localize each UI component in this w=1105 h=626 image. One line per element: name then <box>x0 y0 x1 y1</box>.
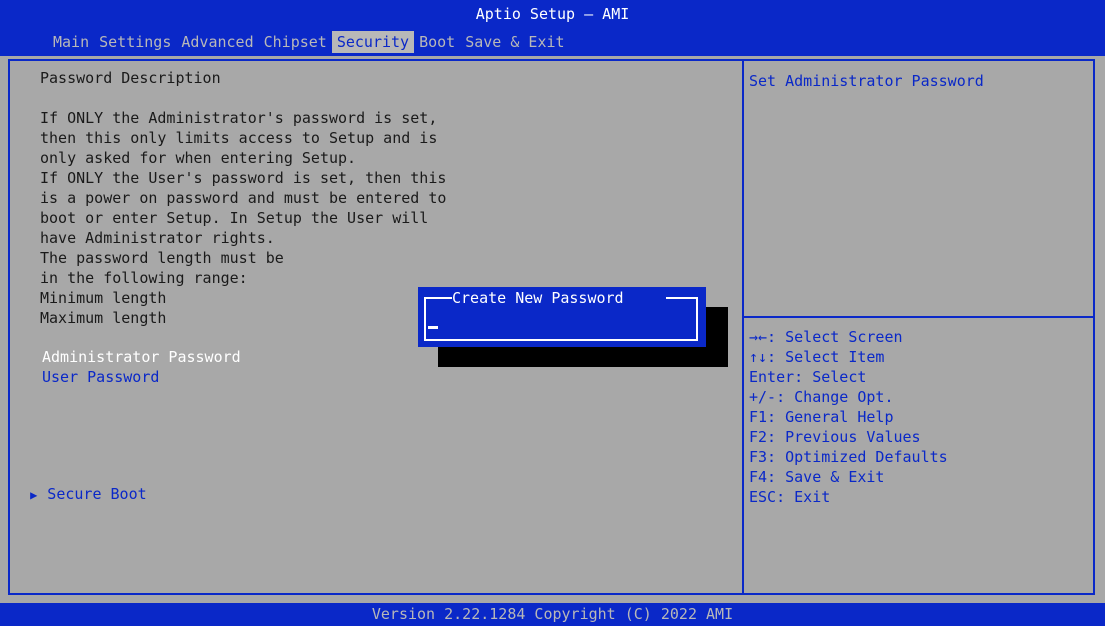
key-hint: F1: General Help <box>749 408 894 426</box>
key-hint: ↑↓: Select Item <box>749 348 885 366</box>
submenu-arrow-icon: ▶ <box>30 488 38 502</box>
help-divider <box>744 316 1093 318</box>
description-line: only asked for when entering Setup. <box>40 149 357 167</box>
tab-settings[interactable]: Settings <box>94 31 176 53</box>
secure-boot-label: Secure Boot <box>47 485 147 503</box>
tab-main[interactable]: Main <box>48 31 94 53</box>
new-password-input[interactable] <box>428 312 692 332</box>
app-title: Aptio Setup – AMI <box>475 5 630 23</box>
key-hint: Enter: Select <box>749 368 867 386</box>
vertical-divider <box>742 59 744 595</box>
dialog-title: Create New Password <box>452 289 624 307</box>
key-hint: F2: Previous Values <box>749 428 921 446</box>
key-hint: F3: Optimized Defaults <box>749 448 948 466</box>
description-line: The password length must be <box>40 249 284 267</box>
tab-save-exit[interactable]: Save & Exit <box>460 31 569 53</box>
user-password-item[interactable]: User Password <box>42 367 159 387</box>
version-footer: Version 2.22.1284 Copyright (C) 2022 AMI <box>0 603 1105 626</box>
tab-chipset[interactable]: Chipset <box>259 31 332 53</box>
key-hint: →←: Select Screen <box>749 328 903 346</box>
tab-security[interactable]: Security <box>331 31 415 53</box>
title-bar: Aptio Setup – AMI Main Settings Advanced… <box>0 0 1105 56</box>
key-hint: ESC: Exit <box>749 488 831 506</box>
key-legend: →←: Select Screen ↑↓: Select Item Enter:… <box>749 327 948 507</box>
description-line: then this only limits access to Setup an… <box>40 129 438 147</box>
tab-advanced[interactable]: Advanced <box>176 31 258 53</box>
description-line: If ONLY the User's password is set, then… <box>40 169 447 187</box>
key-hint: +/-: Change Opt. <box>749 388 894 406</box>
secure-boot-item[interactable]: ▶ Secure Boot <box>12 464 147 505</box>
description-line: have Administrator rights. <box>40 229 275 247</box>
description-line: is a power on password and must be enter… <box>40 189 447 207</box>
dialog-border-top-left <box>424 297 452 299</box>
description-line: boot or enter Setup. In Setup the User w… <box>40 209 429 227</box>
text-cursor <box>428 326 438 329</box>
dialog-border-top-right <box>666 297 696 299</box>
tab-boot[interactable]: Boot <box>414 31 460 53</box>
tab-bar: Main Settings Advanced Chipset Security … <box>48 31 570 53</box>
administrator-password-item[interactable]: Administrator Password <box>42 347 241 367</box>
help-title: Set Administrator Password <box>749 72 984 90</box>
description-line: in the following range: <box>40 269 248 287</box>
key-hint: F4: Save & Exit <box>749 468 885 486</box>
description-heading: Password Description <box>40 69 221 87</box>
description-line: If ONLY the Administrator's password is … <box>40 109 438 127</box>
